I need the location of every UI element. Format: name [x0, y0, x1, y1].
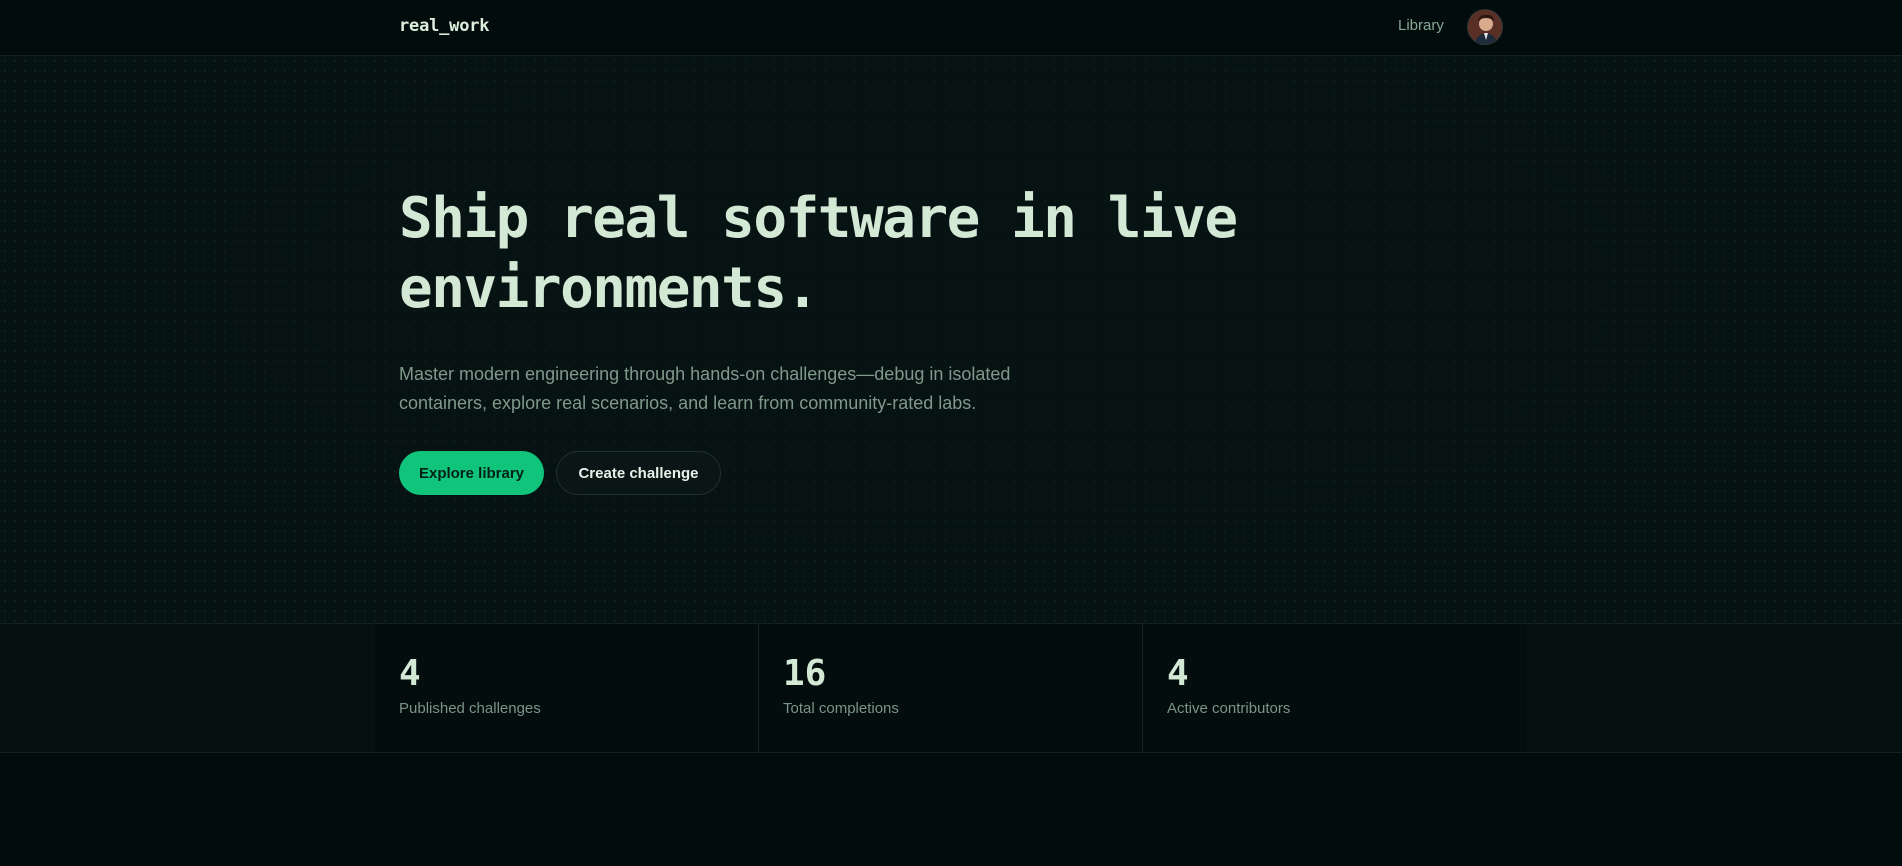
stats-strip: 4 Published challenges 16 Total completi…: [0, 623, 1902, 753]
explore-library-button[interactable]: Explore library: [399, 451, 544, 495]
avatar-portrait-icon: [1468, 10, 1502, 44]
stat-label: Active contributors: [1167, 700, 1291, 717]
stat-label: Published challenges: [399, 700, 541, 717]
stat-label: Total completions: [783, 700, 899, 717]
brand-logo-link[interactable]: real_work: [399, 16, 490, 36]
top-navigation-bar: real_work Library: [0, 0, 1902, 56]
stat-value: 4: [1167, 653, 1189, 694]
stat-published-challenges: 4 Published challenges: [375, 624, 759, 752]
hero-title: Ship real software in live environments.: [399, 186, 1238, 321]
create-challenge-button[interactable]: Create challenge: [556, 451, 721, 495]
hero-section: Ship real software in live environments.…: [0, 56, 1902, 623]
nav-link-library[interactable]: Library: [1398, 17, 1444, 34]
user-avatar[interactable]: [1467, 9, 1503, 45]
stat-value: 16: [783, 653, 827, 694]
hero-dot-grid-background: [0, 56, 1902, 623]
stat-value: 4: [399, 653, 421, 694]
stats-row: 4 Published challenges 16 Total completi…: [375, 624, 1527, 752]
hero-subtitle: Master modern engineering through hands-…: [399, 364, 1011, 413]
stat-total-completions: 16 Total completions: [759, 624, 1143, 752]
stat-active-contributors: 4 Active contributors: [1143, 624, 1527, 752]
